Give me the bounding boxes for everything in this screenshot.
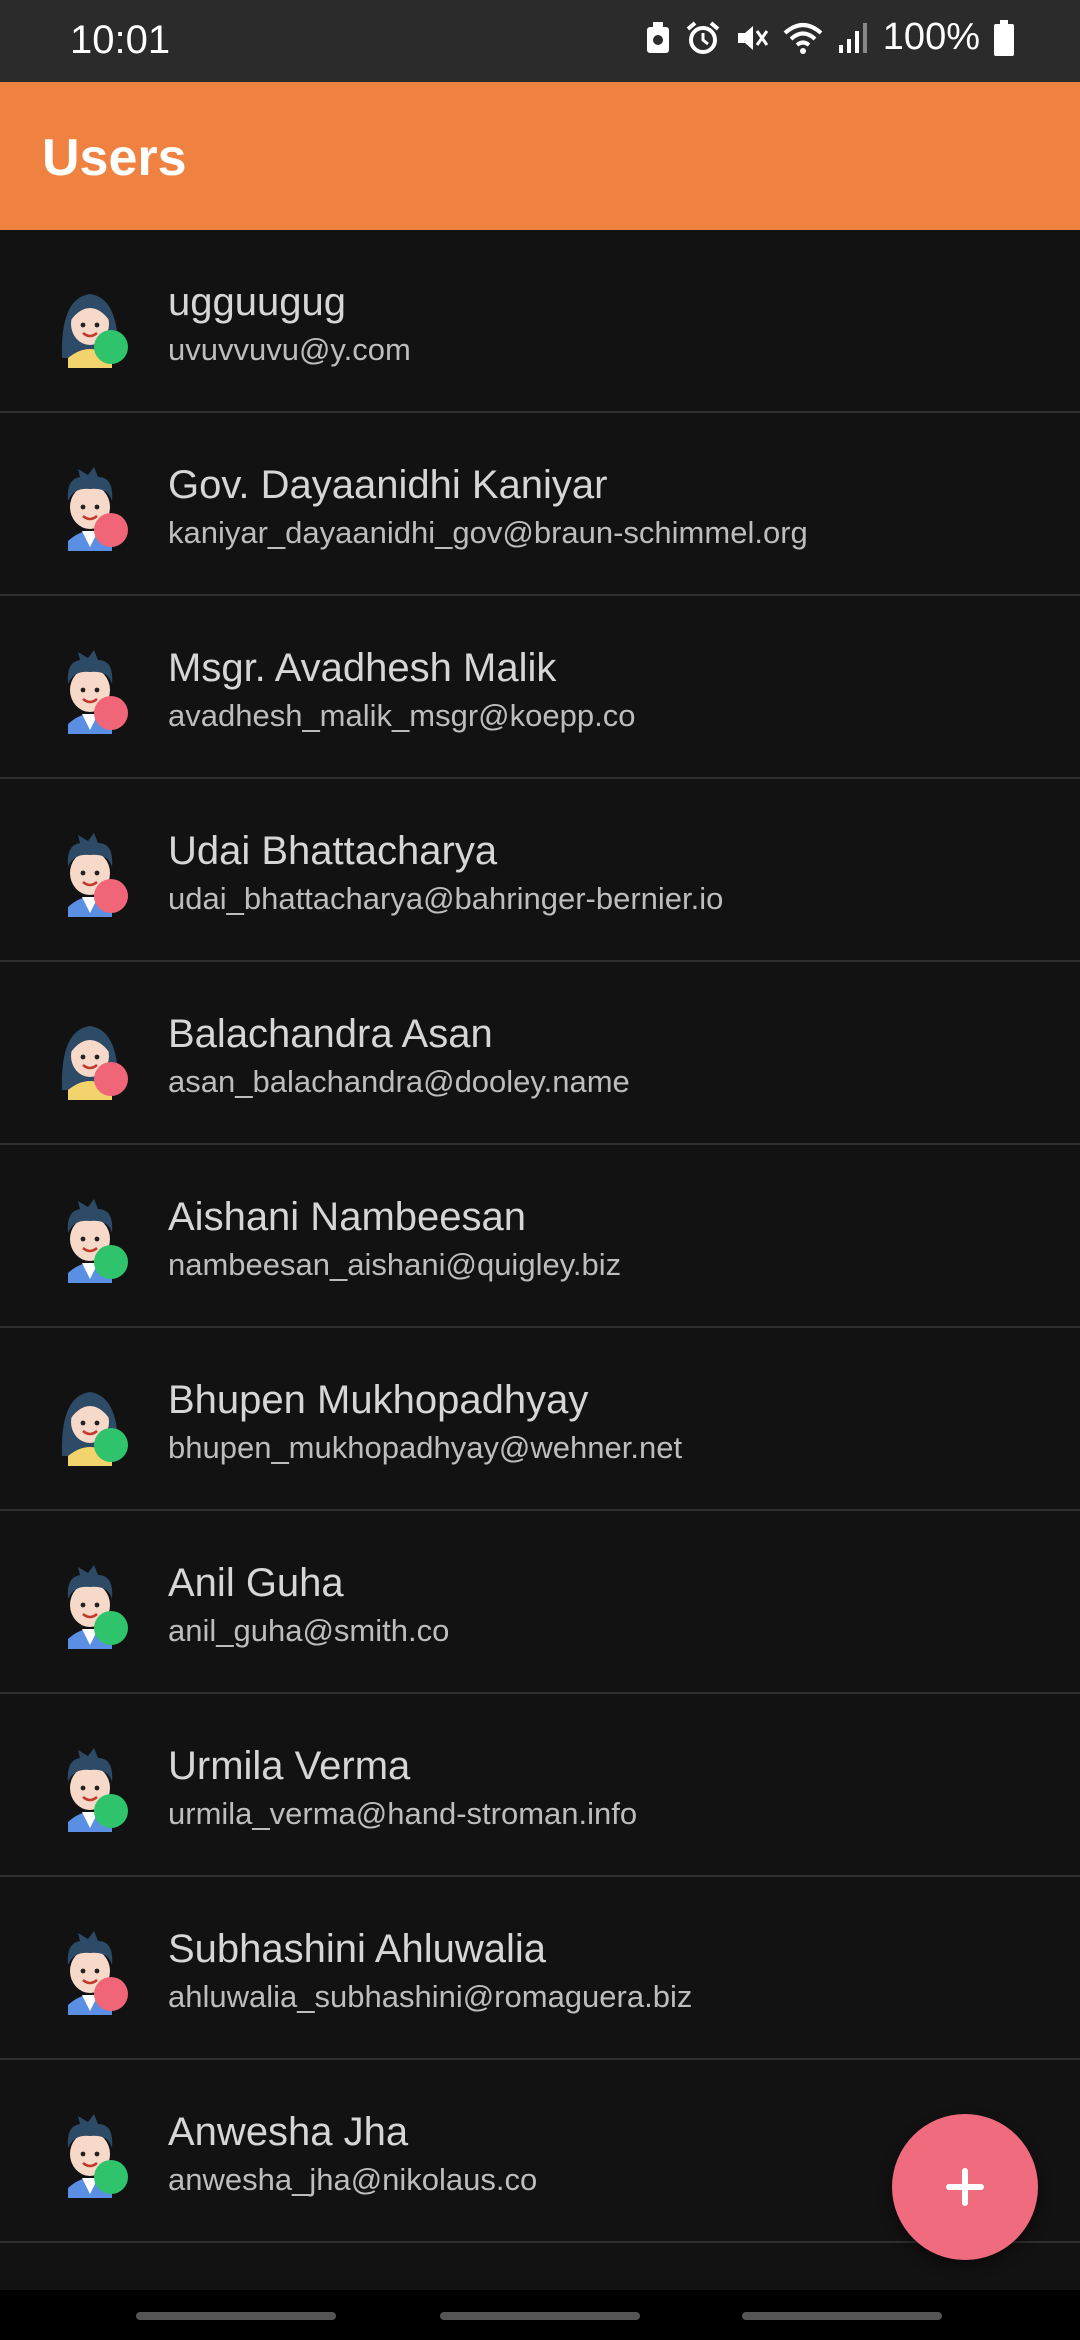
plus-icon xyxy=(946,2168,984,2206)
user-name: Aishani Nambeesan xyxy=(168,1195,526,1239)
user-email: asan_balachandra@dooley.name xyxy=(168,1064,630,1099)
user-name: Subhashini Ahluwalia xyxy=(168,1927,547,1971)
offline-status-dot xyxy=(94,696,128,730)
list-item[interactable]: Aishani Nambeesan nambeesan_aishani@quigl… xyxy=(0,1145,1080,1328)
user-email: anwesha_jha@nikolaus.co xyxy=(168,2162,538,2197)
online-status-dot xyxy=(94,1428,128,1462)
user-email: udai_bhattacharya@bahringer-bernier.io xyxy=(168,881,724,916)
online-status-dot xyxy=(94,2160,128,2194)
status-time: 10:01 xyxy=(70,18,171,62)
list-item[interactable]: Subhashini Ahluwalia ahluwalia_subhashini… xyxy=(0,1877,1080,2060)
battery-icon xyxy=(994,19,1014,56)
add-user-button[interactable] xyxy=(892,2114,1038,2260)
online-status-dot xyxy=(94,1245,128,1279)
online-status-dot xyxy=(94,1794,128,1828)
user-name: Gov. Dayaanidhi Kaniyar xyxy=(168,463,608,507)
user-email: ahluwalia_subhashini@romaguera.biz xyxy=(168,1979,693,2014)
offline-status-dot xyxy=(94,879,128,913)
male-avatar-icon xyxy=(50,1925,130,2015)
list-item[interactable]: Msgr. Avadhesh Malik avadhesh_malik_msgr@… xyxy=(0,596,1080,779)
list-item[interactable]: ugguugug uvuvvuvu@y.com xyxy=(0,230,1080,413)
nav-pill-center[interactable] xyxy=(440,2312,640,2320)
male-avatar-icon xyxy=(50,1742,130,1832)
user-email: bhupen_mukhopadhyay@wehner.net xyxy=(168,1430,683,1465)
list-item[interactable]: Bhupen Mukhopadhyay bhupen_mukhopadhyay@w… xyxy=(0,1328,1080,1511)
user-name: Urmila Verma xyxy=(168,1744,411,1788)
user-name: Anil Guha xyxy=(168,1561,344,1605)
male-avatar-icon xyxy=(50,2108,130,2198)
alarm-icon xyxy=(686,20,720,54)
app-bar: Users xyxy=(0,82,1080,230)
user-list[interactable]: ugguugug uvuvvuvu@y.com Gov. Dayaanidhi K… xyxy=(0,230,1080,2290)
offline-status-dot xyxy=(94,513,128,547)
female-avatar-icon xyxy=(50,1376,130,1466)
wifi-icon xyxy=(783,22,823,54)
user-name: Bhupen Mukhopadhyay xyxy=(168,1378,589,1422)
nav-pill-left[interactable] xyxy=(136,2312,336,2320)
list-item[interactable]: Anil Guha anil_guha@smith.co xyxy=(0,1511,1080,1694)
status-icons: 100% xyxy=(645,16,1014,59)
system-nav-bar xyxy=(0,2290,1080,2340)
page-title: Users xyxy=(42,129,187,187)
signal-icon xyxy=(838,22,867,53)
list-item[interactable]: Balachandra Asan asan_balachandra@dooley.… xyxy=(0,962,1080,1145)
user-name: Msgr. Avadhesh Malik xyxy=(168,646,557,690)
user-email: anil_guha@smith.co xyxy=(168,1613,450,1648)
mute-icon xyxy=(737,25,769,50)
male-avatar-icon xyxy=(50,1559,130,1649)
user-email: urmila_verma@hand-stroman.info xyxy=(168,1796,638,1831)
battery-percent: 100% xyxy=(882,16,980,58)
cleaner-icon xyxy=(646,21,669,53)
male-avatar-icon xyxy=(50,827,130,917)
offline-status-dot xyxy=(94,1062,128,1096)
female-avatar-icon xyxy=(50,278,130,368)
user-name: Balachandra Asan xyxy=(168,1012,493,1056)
user-name: Udai Bhattacharya xyxy=(168,829,498,873)
user-name: Anwesha Jha xyxy=(168,2110,409,2154)
status-bar: 10:01 100% xyxy=(0,0,1080,82)
user-email: nambeesan_aishani@quigley.biz xyxy=(168,1247,622,1282)
user-email: kaniyar_dayaanidhi_gov@braun-schimmel.or… xyxy=(168,515,808,550)
user-name: ugguugug xyxy=(168,280,346,324)
list-item[interactable]: Gov. Dayaanidhi Kaniyar kaniyar_dayaanidh… xyxy=(0,413,1080,596)
list-item[interactable]: Udai Bhattacharya udai_bhattacharya@bahri… xyxy=(0,779,1080,962)
female-avatar-icon xyxy=(50,1010,130,1100)
male-avatar-icon xyxy=(50,461,130,551)
list-item[interactable]: Urmila Verma urmila_verma@hand-stroman.in… xyxy=(0,1694,1080,1877)
male-avatar-icon xyxy=(50,644,130,734)
nav-pill-right[interactable] xyxy=(742,2312,942,2320)
online-status-dot xyxy=(94,330,128,364)
male-avatar-icon xyxy=(50,1193,130,1283)
user-email: avadhesh_malik_msgr@koepp.co xyxy=(168,698,636,733)
offline-status-dot xyxy=(94,1977,128,2011)
online-status-dot xyxy=(94,1611,128,1645)
list-item[interactable] xyxy=(0,2243,1080,2290)
user-email: uvuvvuvu@y.com xyxy=(168,332,411,367)
